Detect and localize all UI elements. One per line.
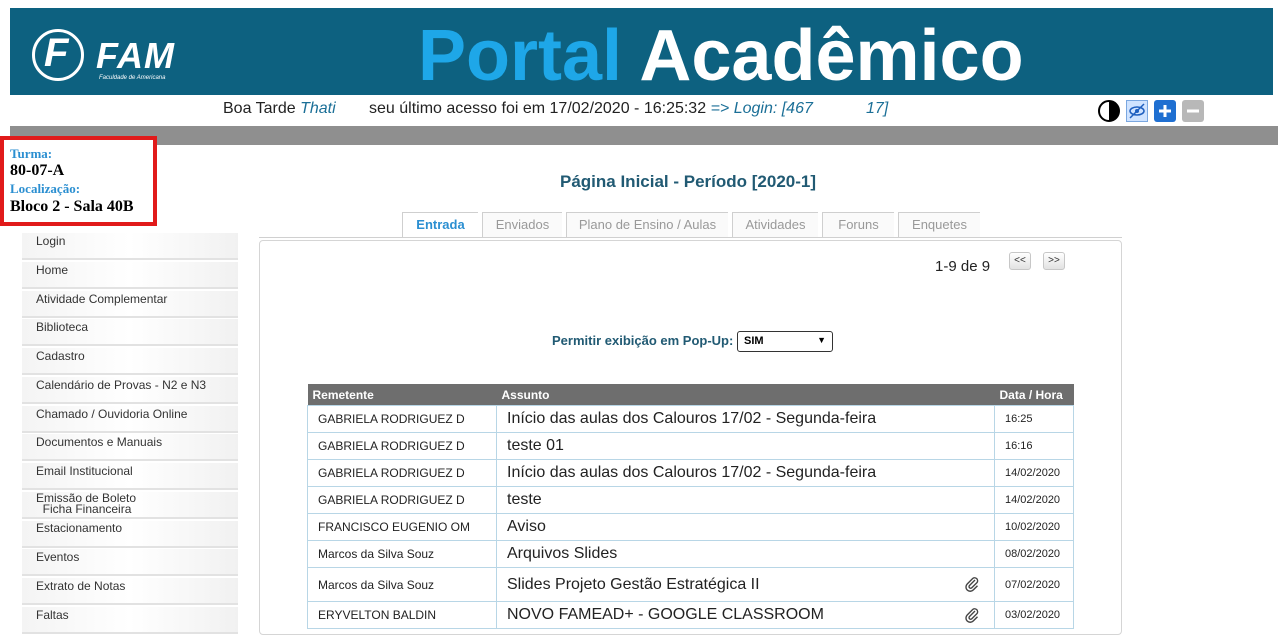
row-subject: NOVO FAMEAD+ - GOOGLE CLASSROOM [507, 606, 824, 623]
login-suffix-text: 17] [866, 100, 888, 118]
popup-label: Permitir exibição em Pop-Up: [552, 333, 734, 348]
table-row[interactable]: ERYVELTON BALDIN NOVO FAMEAD+ - GOOGLE C… [307, 601, 1074, 629]
row-subject: Slides Projeto Gestão Estratégica II [507, 575, 760, 593]
column-header-sender[interactable]: Remetente [307, 384, 497, 406]
row-sender: GABRIELA RODRIGUEZ D [307, 405, 497, 433]
login-suffix: 17] [866, 100, 889, 117]
row-sender: GABRIELA RODRIGUEZ D [307, 432, 497, 460]
sidebar-item-documentos-manuais[interactable]: Documentos e Manuais [22, 434, 238, 461]
sidebar-item-emissao-boleto[interactable]: Emissão de Boleto Ficha Financeira [22, 492, 238, 519]
table-row[interactable]: Marcos da Silva Souz Arquivos Slides 08/… [307, 540, 1074, 568]
paperclip-icon[interactable] [964, 607, 980, 628]
table-row[interactable]: FRANCISCO EUGENIO OM Aviso 10/02/2020 [307, 513, 1074, 541]
sidebar-item-chamado-ouvidoria[interactable]: Chamado / Ouvidoria Online [22, 406, 238, 433]
popup-select[interactable]: SIM ▼ [737, 331, 833, 352]
row-sender: GABRIELA RODRIGUEZ D [307, 459, 497, 487]
portal-title-part2: Acadêmico [639, 16, 1024, 96]
popup-select-value: SIM [744, 335, 764, 347]
row-sender: Marcos da Silva Souz [307, 540, 497, 568]
next-page-button[interactable]: >> [1043, 252, 1065, 270]
row-sender: GABRIELA RODRIGUEZ D [307, 486, 497, 514]
location-value: Bloco 2 - Sala 40B [10, 198, 134, 215]
portal-title: Portal Acadêmico [418, 16, 1024, 96]
sidebar-item-email-institucional[interactable]: Email Institucional [22, 463, 238, 490]
paperclip-icon[interactable] [964, 576, 980, 597]
prev-page-button[interactable]: << [1009, 252, 1031, 270]
zoom-out-icon[interactable] [1182, 100, 1204, 122]
sidebar-item-eventos[interactable]: Eventos [22, 549, 238, 576]
greeting-text: Boa Tarde Thati [223, 100, 336, 118]
row-subject-cell[interactable]: NOVO FAMEAD+ - GOOGLE CLASSROOM [496, 601, 995, 629]
logo-text: FAM [96, 35, 175, 76]
table-row[interactable]: GABRIELA RODRIGUEZ D Início das aulas do… [307, 459, 1074, 487]
sidebar-item-calendario-provas[interactable]: Calendário de Provas - N2 e N3 [22, 377, 238, 404]
sidebar-item-atividade-complementar[interactable]: Atividade Complementar [22, 291, 238, 318]
last-access-value: seu último acesso foi em 17/02/2020 - 16… [369, 100, 707, 117]
logo-f-icon: F [44, 31, 69, 75]
class-info-box: Turma: 80-07-A Localização: Bloco 2 - Sa… [0, 136, 157, 226]
tab-enviados[interactable]: Enviados [482, 212, 562, 237]
login-prefix: => Login: [467 [710, 100, 813, 117]
tab-foruns[interactable]: Foruns [822, 212, 894, 237]
portal-title-part1: Portal [418, 16, 623, 96]
sidebar-item-biblioteca[interactable]: Biblioteca [22, 319, 238, 346]
fam-logo[interactable]: F FAM Faculdade de Americana [32, 29, 182, 89]
pager-info: 1-9 de 9 [935, 258, 991, 275]
row-date: 14/02/2020 [994, 459, 1074, 487]
greeting-user-name: Thati [300, 100, 336, 117]
header-banner: F FAM Faculdade de Americana Portal Acad… [10, 8, 1273, 96]
sidebar-item-login[interactable]: Login [22, 233, 238, 260]
row-date: 07/02/2020 [994, 567, 1074, 602]
tab-atividades[interactable]: Atividades [732, 212, 818, 237]
row-date: 14/02/2020 [994, 486, 1074, 514]
location-label: Localização: [10, 181, 81, 196]
table-row[interactable]: GABRIELA RODRIGUEZ D teste 14/02/2020 [307, 486, 1074, 514]
row-subject[interactable]: Início das aulas dos Calouros 17/02 - Se… [496, 459, 995, 487]
row-subject-cell[interactable]: Slides Projeto Gestão Estratégica II [496, 567, 995, 602]
zoom-in-icon[interactable] [1154, 100, 1176, 122]
sidebar-item-cadastro[interactable]: Cadastro [22, 348, 238, 375]
turma-value: 80-07-A [10, 162, 65, 179]
sidebar-item-faltas[interactable]: Faltas [22, 607, 238, 634]
table-row[interactable]: Marcos da Silva Souz Slides Projeto Gest… [307, 567, 1074, 602]
separator-bar [10, 126, 1278, 145]
hide-icon[interactable] [1126, 100, 1148, 122]
row-subject[interactable]: Início das aulas dos Calouros 17/02 - Se… [496, 405, 995, 433]
sidebar-item-estacionamento[interactable]: Estacionamento [22, 521, 238, 548]
chevron-down-icon: ▼ [817, 335, 826, 345]
row-date: 03/02/2020 [994, 601, 1074, 629]
row-sender: Marcos da Silva Souz [307, 567, 497, 602]
column-header-date[interactable]: Data / Hora [994, 384, 1074, 406]
row-sender: ERYVELTON BALDIN [307, 601, 497, 629]
row-subject[interactable]: teste [496, 486, 995, 514]
table-header-row: Remetente Assunto Data / Hora [307, 384, 1074, 406]
sidebar-item-home[interactable]: Home [22, 262, 238, 289]
row-subject[interactable]: Aviso [496, 513, 995, 541]
table-row[interactable]: GABRIELA RODRIGUEZ D Início das aulas do… [307, 405, 1074, 433]
greeting-salutation: Boa Tarde [223, 100, 296, 117]
column-header-subject[interactable]: Assunto [496, 384, 995, 406]
row-subject[interactable]: teste 01 [496, 432, 995, 460]
row-subject[interactable]: Arquivos Slides [496, 540, 995, 568]
row-date: 16:16 [994, 432, 1074, 460]
message-table: Remetente Assunto Data / Hora GABRIELA R… [307, 384, 1074, 629]
page-title: Página Inicial - Período [2020-1] [560, 172, 817, 191]
sidebar-item-extrato-notas[interactable]: Extrato de Notas [22, 578, 238, 605]
contrast-icon[interactable] [1098, 100, 1120, 122]
last-access-text: seu último acesso foi em 17/02/2020 - 16… [369, 100, 813, 118]
tab-plano-ensino[interactable]: Plano de Ensino / Aulas [566, 212, 728, 237]
row-date: 10/02/2020 [994, 513, 1074, 541]
row-date: 16:25 [994, 405, 1074, 433]
row-date: 08/02/2020 [994, 540, 1074, 568]
table-row[interactable]: GABRIELA RODRIGUEZ D teste 01 16:16 [307, 432, 1074, 460]
row-sender: FRANCISCO EUGENIO OM [307, 513, 497, 541]
turma-label: Turma: [10, 146, 53, 161]
logo-subtitle: Faculdade de Americana [99, 75, 166, 81]
tab-enquetes[interactable]: Enquetes [898, 212, 980, 237]
tab-entrada[interactable]: Entrada [402, 212, 478, 237]
